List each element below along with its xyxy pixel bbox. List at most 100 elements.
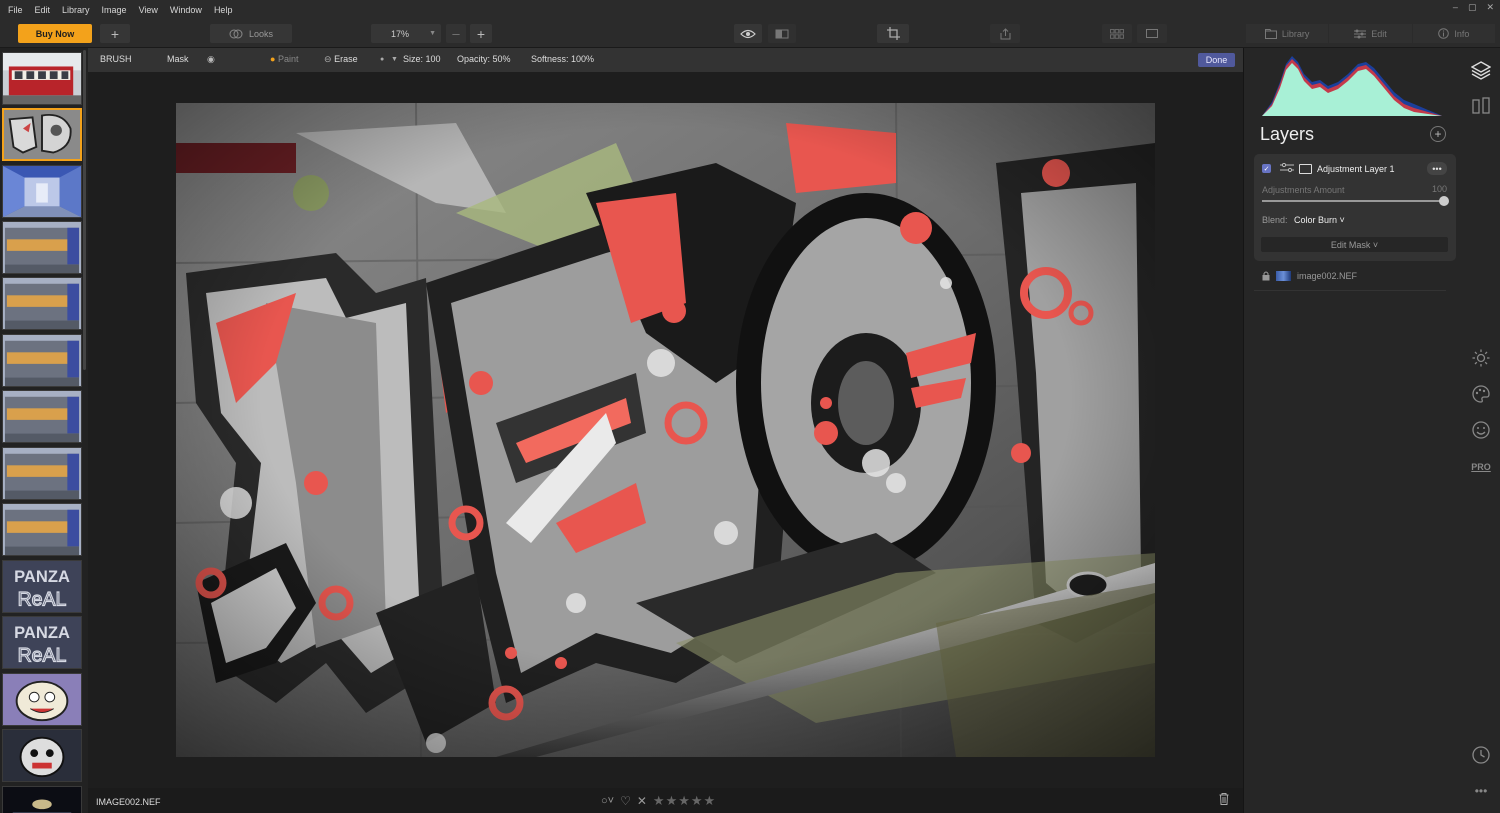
thumbnail-room[interactable] (2, 165, 82, 218)
menu-window[interactable]: Window (164, 5, 208, 15)
thumbnail-building[interactable] (2, 447, 82, 500)
presets-icon[interactable] (1470, 95, 1492, 117)
brush-toolbar: BRUSH Mask ◉ ● Paint ⊖ Erase ● ▼ Size: 1… (88, 48, 1243, 72)
eye-icon (740, 29, 756, 38)
close-button[interactable]: ✕ (1486, 2, 1494, 13)
reject-icon[interactable]: ✕ (637, 794, 647, 808)
thumbnail-tram[interactable] (2, 52, 82, 105)
thumbnail-building[interactable] (2, 221, 82, 274)
blend-mode-dropdown[interactable]: Color Burn ˅ (1294, 215, 1345, 225)
brush-opacity[interactable]: Opacity: 50% (457, 54, 511, 64)
thumbnail-cartoon[interactable] (2, 673, 82, 726)
crop-button[interactable] (877, 24, 909, 43)
essentials-sun-icon[interactable] (1470, 347, 1492, 369)
menu-view[interactable]: View (133, 5, 164, 15)
creative-palette-icon[interactable] (1470, 383, 1492, 405)
thumbnail-cartoon-face[interactable] (2, 729, 82, 782)
menu-edit[interactable]: Edit (29, 5, 57, 15)
layers-panel: Layers + ✓ Adjustment Layer 1 ••• Adjust… (1243, 48, 1461, 813)
svg-text:PANZA: PANZA (14, 624, 70, 642)
color-label-icon[interactable]: ○˅ (601, 795, 614, 807)
histogram (1262, 56, 1442, 116)
looks-button[interactable]: Looks (210, 24, 292, 43)
zoom-in-button[interactable]: + (470, 24, 492, 43)
tab-library-label: Library (1281, 28, 1310, 39)
thumbnail-building[interactable] (2, 503, 82, 556)
brush-size[interactable]: Size: 100 (403, 54, 441, 64)
mode-tabs: Library Edit Info (1246, 24, 1496, 43)
grid-icon (1110, 28, 1124, 39)
layer-name[interactable]: Adjustment Layer 1 (1317, 164, 1395, 174)
share-button[interactable] (990, 24, 1020, 43)
star-icon[interactable]: ★ (691, 793, 703, 809)
layer-mask-icon (1299, 164, 1312, 174)
star-icon[interactable]: ★ (666, 793, 678, 809)
star-icon[interactable]: ★ (704, 793, 716, 809)
layer-more-button[interactable]: ••• (1427, 162, 1447, 175)
info-icon (1438, 28, 1450, 39)
graffiti-photo[interactable] (176, 103, 1155, 757)
thumbnail-panza-real[interactable]: PANZA ReAL (2, 560, 82, 613)
menu-image[interactable]: Image (96, 5, 133, 15)
rating-area: ○˅ ♡ ✕ ★ ★ ★ ★ ★ (601, 793, 715, 809)
single-image-icon (1146, 29, 1158, 38)
edit-mask-button[interactable]: Edit Mask ˅ (1261, 237, 1448, 252)
chevron-down-icon: ▼ (429, 30, 436, 37)
star-icon[interactable]: ★ (653, 793, 665, 809)
mask-label: Mask (167, 54, 189, 64)
thumbnail-night[interactable] (2, 786, 82, 813)
tab-edit[interactable]: Edit (1329, 24, 1412, 43)
bottom-bar: IMAGE002.NEF ○˅ ♡ ✕ ★ ★ ★ ★ ★ (88, 788, 1243, 813)
preview-toggle-button[interactable] (734, 24, 762, 43)
more-options-icon[interactable]: ••• (1470, 780, 1492, 802)
zoom-out-button[interactable]: – (446, 24, 466, 43)
image-canvas[interactable] (88, 72, 1243, 788)
erase-option[interactable]: ⊖ Erase (324, 54, 358, 65)
thumbnail-building[interactable] (2, 277, 82, 330)
portrait-face-icon[interactable] (1470, 419, 1492, 441)
star-rating[interactable]: ★ ★ ★ ★ ★ (653, 793, 715, 809)
thumbnail-building[interactable] (2, 390, 82, 443)
layer-thumbnail (1276, 271, 1291, 281)
adjustments-amount-slider[interactable] (1262, 196, 1449, 206)
compare-button[interactable] (768, 24, 796, 43)
maximize-button[interactable]: ▢ (1468, 2, 1477, 13)
heart-icon[interactable]: ♡ (620, 794, 631, 808)
layer-visibility-checkbox[interactable]: ✓ (1262, 164, 1271, 173)
tab-library[interactable]: Library (1246, 24, 1329, 43)
add-photos-button[interactable]: + (100, 24, 130, 43)
mask-visibility-icon[interactable]: ◉ (207, 54, 215, 65)
paint-label: Paint (277, 54, 299, 64)
filmstrip-scrollbar[interactable] (83, 50, 86, 370)
library-icon (1264, 28, 1277, 39)
svg-text:ReAL: ReAL (18, 588, 67, 610)
done-button[interactable]: Done (1198, 53, 1235, 67)
history-clock-icon[interactable] (1470, 744, 1492, 766)
grid-view-button[interactable] (1102, 24, 1132, 43)
menu-bar: File Edit Library Image View Window Help… (0, 0, 1500, 20)
menu-file[interactable]: File (2, 5, 29, 15)
looks-icon (229, 29, 243, 38)
base-image-layer[interactable]: image002.NEF (1254, 267, 1446, 291)
thumbnail-panza-real[interactable]: PANZA ReAL (2, 616, 82, 669)
zoom-dropdown[interactable]: 17% ▼ (371, 24, 441, 43)
menu-help[interactable]: Help (208, 5, 239, 15)
buy-now-button[interactable]: Buy Now (18, 24, 92, 43)
trash-icon[interactable] (1219, 793, 1229, 808)
tab-info[interactable]: Info (1412, 24, 1495, 43)
adjustments-amount-value: 100 (1431, 184, 1447, 194)
adjustment-layer-card[interactable]: ✓ Adjustment Layer 1 ••• Adjustments Amo… (1254, 154, 1456, 261)
minimize-button[interactable]: – (1453, 2, 1458, 13)
add-layer-button[interactable]: + (1430, 126, 1446, 142)
layers-icon[interactable] (1470, 59, 1492, 81)
paint-option[interactable]: ● Paint (270, 54, 298, 64)
chevron-down-icon[interactable]: ▼ (391, 56, 398, 63)
single-view-button[interactable] (1137, 24, 1167, 43)
slider-handle[interactable] (1439, 196, 1449, 206)
pro-tools-icon[interactable]: PRO (1470, 456, 1492, 478)
thumbnail-graffiti[interactable] (2, 108, 82, 161)
menu-library[interactable]: Library (56, 5, 96, 15)
brush-softness[interactable]: Softness: 100% (531, 54, 594, 64)
star-icon[interactable]: ★ (678, 793, 690, 809)
thumbnail-building[interactable] (2, 334, 82, 387)
